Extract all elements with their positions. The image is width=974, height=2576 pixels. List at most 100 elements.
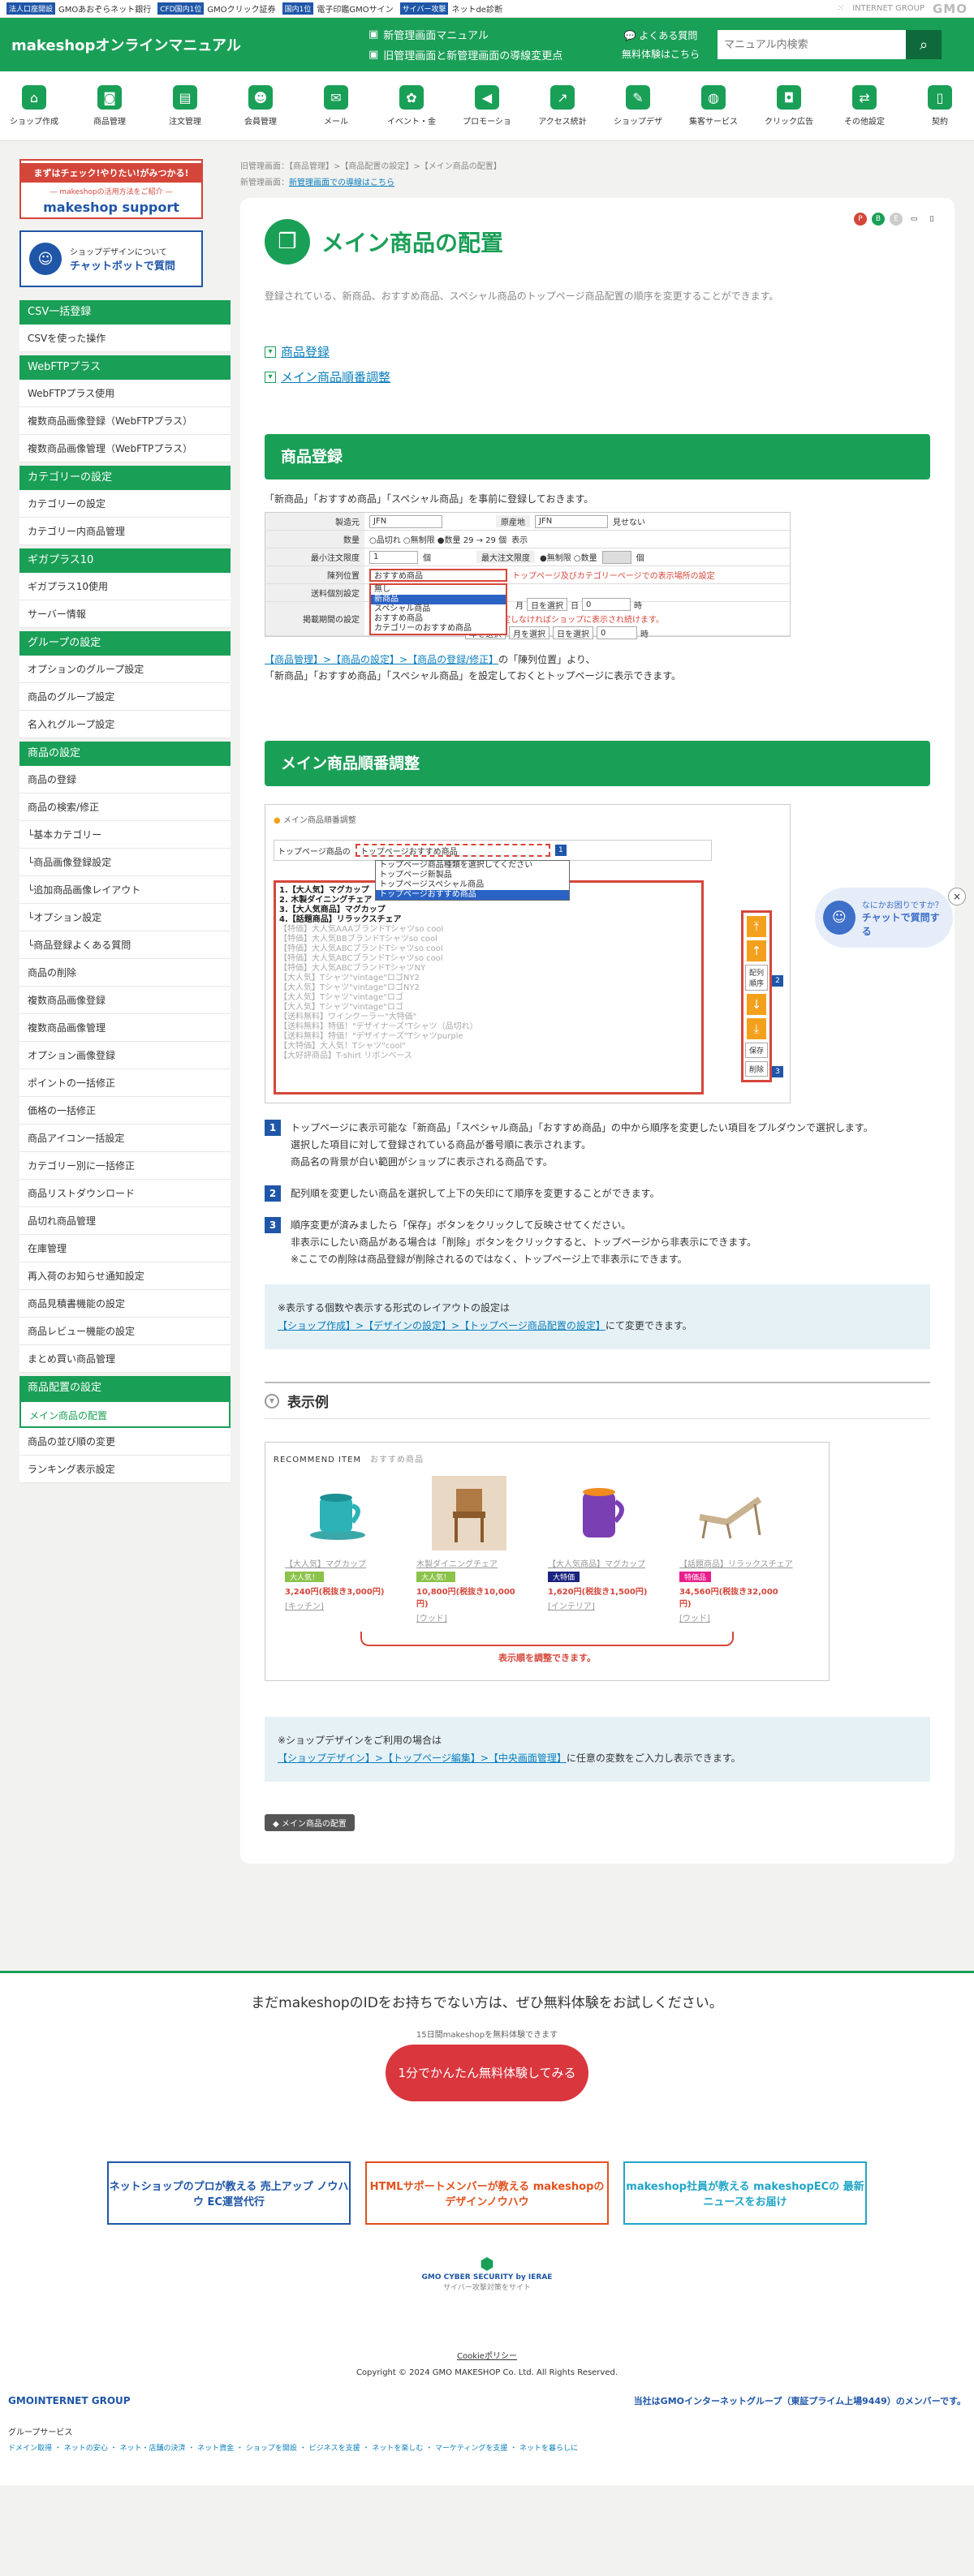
- nav-item[interactable]: ✉ メール: [307, 71, 365, 140]
- sidebar-item[interactable]: 商品の並び順の変更: [19, 1428, 231, 1456]
- sidebar-item[interactable]: サーバー情報: [19, 600, 231, 628]
- footer-banner[interactable]: ネットショップのプロが教える 売上アップ ノウハウ EC運営代行: [107, 2161, 351, 2225]
- chatbot-banner[interactable]: ☺ ショップデザインについて チャットボットで質問: [19, 230, 203, 287]
- sidebar-item[interactable]: 複数商品画像登録: [19, 987, 231, 1014]
- security-seal[interactable]: ⬢ GMO CYBER SECURITY by IERAE サイバー攻撃対策をサイト: [0, 2254, 974, 2292]
- product-card[interactable]: 【大人気】マグカップ 大人気！ 3,240円(税抜き3,000円) [キッチン]: [285, 1476, 390, 1623]
- dropdown-option[interactable]: おすすめ商品: [371, 614, 506, 624]
- sidebar-item[interactable]: 商品のグループ設定: [19, 683, 231, 711]
- sidebar-item[interactable]: オプション画像登録: [19, 1042, 231, 1069]
- dropdown-option[interactable]: トップページおすすめ商品: [376, 890, 569, 900]
- sidebar-group-title[interactable]: 商品の設定: [19, 742, 231, 766]
- sidebar-item[interactable]: ギガプラス10使用: [19, 573, 231, 600]
- site-brand[interactable]: makeshopオンラインマニュアル: [11, 34, 368, 55]
- list-item[interactable]: 【特価】大人気BBブランドTシャツso cool: [279, 935, 698, 944]
- faq-link[interactable]: 💬 よくある質問: [604, 28, 718, 42]
- gmo-group-logo[interactable]: GMOINTERNET GROUP: [8, 2395, 131, 2406]
- nav-item[interactable]: ✿ イベント・金: [382, 71, 441, 140]
- sidebar-item[interactable]: カテゴリーの設定: [19, 490, 231, 518]
- changes-link[interactable]: ▣ 旧管理画面と新管理画面の導線変更点: [368, 47, 604, 62]
- dropdown-option[interactable]: トップページスペシャル商品: [376, 880, 569, 890]
- topbar-item[interactable]: CFD国内1位 GMOクリック証券: [157, 2, 276, 15]
- nav-item[interactable]: ◍ 集客サービス: [684, 71, 743, 140]
- nav-item[interactable]: ↗ アクセス統計: [533, 71, 592, 140]
- cookie-link[interactable]: Cookieポリシー: [457, 2352, 517, 2361]
- list-item[interactable]: 【送料無料】特価！"デザイナーズ"Tシャツ（品切れ）: [279, 1022, 698, 1032]
- product-card[interactable]: 【大人気商品】マグカップ 大特価 1,620円(税抜き1,500円) [インテリア]: [548, 1476, 653, 1623]
- sidebar-item[interactable]: CSVを使った操作: [19, 325, 231, 352]
- page-tag[interactable]: ◆ メイン商品の配置: [265, 1814, 355, 1831]
- dropdown-option[interactable]: 新商品: [371, 594, 506, 604]
- nav-item[interactable]: ☻ 会員管理: [231, 71, 290, 140]
- sidebar-item[interactable]: WebFTPプラス使用: [19, 380, 231, 407]
- list-item[interactable]: 3.【大人気商品】マグカップ: [279, 905, 698, 915]
- chatbot-widget[interactable]: ☺ なにかお困りですか？ チャットで質問する ×: [815, 888, 966, 953]
- sidebar-group-title[interactable]: グループの設定: [19, 631, 231, 656]
- sidebar-group-title[interactable]: WebFTPプラス: [19, 355, 231, 380]
- toc-item[interactable]: ▾ 商品登録: [265, 343, 930, 360]
- sidebar-item[interactable]: 複数商品画像管理（WebFTPプラス）: [19, 435, 231, 462]
- up-arrow-icon[interactable]: ↑: [747, 940, 766, 961]
- list-item[interactable]: 【特価】大人気ABCブランドTシャツso cool: [279, 954, 698, 964]
- list-item[interactable]: 【特価】大人気AAAブランドTシャツso cool: [279, 925, 698, 935]
- gmo-logo[interactable]: ⁙ INTERNET GROUP GMO: [838, 2, 968, 16]
- sidebar-group-title[interactable]: ギガプラス10: [19, 548, 231, 573]
- product-card[interactable]: 【話題商品】リラックスチェア 特価品 34,560円(税抜き32,000円) [ウッド…: [679, 1476, 793, 1623]
- trial-link[interactable]: 無料体験はこちら: [604, 47, 718, 61]
- sidebar-item[interactable]: ランキング表示設定: [19, 1456, 231, 1483]
- sidebar-group-title[interactable]: カテゴリーの設定: [19, 466, 231, 490]
- nav-item[interactable]: ◘ クリック広告: [760, 71, 818, 140]
- save-button[interactable]: 保存: [745, 1043, 768, 1058]
- nav-item[interactable]: ◙ 商品管理: [80, 71, 139, 140]
- footer-banner[interactable]: HTMLサポートメンバーが教える makeshopの デザインノウハウ: [365, 2161, 609, 2225]
- sidebar-item[interactable]: 商品の削除: [19, 959, 231, 987]
- sidebar-group-title[interactable]: CSV一括登録: [19, 300, 231, 325]
- search-input[interactable]: [718, 30, 906, 59]
- sidebar-item[interactable]: └オプション設定: [19, 904, 231, 931]
- sidebar-item[interactable]: 商品リストダウンロード: [19, 1180, 231, 1207]
- delete-button[interactable]: 削除: [745, 1061, 768, 1077]
- nav-item[interactable]: ⌂ ショップ作成: [5, 71, 63, 140]
- order-button[interactable]: 配列順序: [745, 965, 768, 991]
- sidebar-item[interactable]: 複数商品画像管理: [19, 1014, 231, 1042]
- bottom-arrow-icon[interactable]: ⤓: [747, 1018, 766, 1039]
- sidebar-item[interactable]: 名入れグループ設定: [19, 711, 231, 738]
- list-item[interactable]: 【特価】大人気ABCブランドTシャツNY: [279, 964, 698, 974]
- close-icon[interactable]: ×: [948, 888, 966, 905]
- note-link[interactable]: 【ショップ作成】>【デザインの設定】>【トップページ商品配置の設定】: [278, 1320, 606, 1331]
- list-item[interactable]: 4.【話題商品】リラックスチェア: [279, 915, 698, 925]
- sidebar-item[interactable]: 再入荷のお知らせ通知設定: [19, 1262, 231, 1290]
- nav-item[interactable]: ▤ 注文管理: [156, 71, 214, 140]
- dropdown-option[interactable]: 無し: [371, 585, 506, 595]
- new-manual-link[interactable]: ▣ 新管理画面マニュアル: [368, 27, 604, 42]
- list-item[interactable]: 【大人気】Tシャツ"vintage"ロゴ: [279, 993, 698, 1003]
- support-banner[interactable]: まずはチェック!やりたい!がみつかる! ― makeshopの活用方法をご紹介 …: [19, 159, 203, 219]
- product-order-list[interactable]: 1.【大人気】マグカップ 2. 木製ダイニングチェア 3.【大人気商品】マグカップ 4…: [274, 880, 704, 1094]
- nav-item[interactable]: ▯ 契約: [911, 71, 969, 140]
- sidebar-item[interactable]: └商品登録よくある質問: [19, 931, 231, 959]
- list-item[interactable]: 【送料無料】特価！"デザイナーズ"Tシャツpurple: [279, 1032, 698, 1042]
- sidebar-item[interactable]: └追加商品画像レイアウト: [19, 876, 231, 904]
- down-arrow-icon[interactable]: ↓: [747, 994, 766, 1015]
- sidebar-item[interactable]: 在庫管理: [19, 1235, 231, 1262]
- group-service-links[interactable]: ドメイン取得 ・ ネットの安心 ・ ネット・店舗の決済 ・ ネット資金 ・ ショ…: [8, 2442, 966, 2453]
- topbar-item[interactable]: サイバー攻撃 ネットde診断: [399, 2, 502, 15]
- sidebar-item[interactable]: ポイントの一括修正: [19, 1069, 231, 1097]
- dropdown-option[interactable]: スペシャル商品: [371, 604, 506, 614]
- sidebar-item[interactable]: オプションのグループ設定: [19, 656, 231, 683]
- topbar-item[interactable]: 法人口座開設 GMOあおぞらネット銀行: [6, 2, 151, 15]
- list-item[interactable]: 【特価】大人気ABCブランドTシャツso cool: [279, 944, 698, 954]
- top-arrow-icon[interactable]: ⤒: [747, 916, 766, 937]
- topbar-item[interactable]: 国内1位 電子印鑑GMOサイン: [282, 2, 394, 15]
- footer-banner[interactable]: makeshop社員が教える makeshopECの 最新ニュースをお届け: [623, 2161, 867, 2225]
- sidebar-item[interactable]: 商品レビュー機能の設定: [19, 1318, 231, 1345]
- list-item[interactable]: 【大人気】Tシャツ"vintage"ロゴ: [279, 1003, 698, 1013]
- sidebar-item[interactable]: └商品画像登録設定: [19, 849, 231, 876]
- sidebar-item[interactable]: 商品の検索/修正: [19, 793, 231, 821]
- new-ui-route-link[interactable]: 新管理画面での導線はこちら: [289, 178, 394, 187]
- dropdown-option[interactable]: トップページ商品種類を選択してください: [376, 861, 569, 871]
- sidebar-item[interactable]: 商品見積書機能の設定: [19, 1290, 231, 1318]
- list-item[interactable]: 【大好評商品】T-shirt リボンベース: [279, 1051, 698, 1061]
- toc-item[interactable]: ▾ メイン商品順番調整: [265, 368, 930, 385]
- product-type-select[interactable]: トップページおすすめ商品: [355, 844, 550, 857]
